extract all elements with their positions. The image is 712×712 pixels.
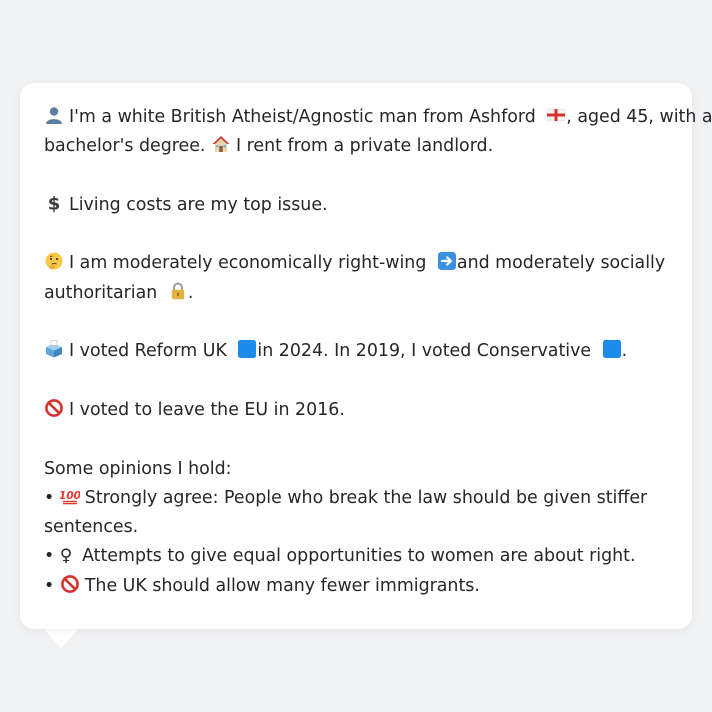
blue-square-icon xyxy=(237,339,257,359)
ideology-text-2-tail: . xyxy=(187,282,194,303)
blue-square-icon xyxy=(602,339,622,359)
intro-line-1: I'm a white British Atheist/Agnostic man… xyxy=(44,103,712,132)
ideology-line-1: I am moderately economically right-wing … xyxy=(44,249,668,278)
ballot-box-icon xyxy=(44,339,64,359)
profile-speech-bubble: I'm a white British Atheist/Agnostic man… xyxy=(20,83,712,629)
intro-text-2-start: bachelor's degree. xyxy=(44,136,206,157)
ideology-text-start: I am moderately economically right-wing xyxy=(69,253,427,274)
hundred-points-icon: 100 xyxy=(60,486,80,506)
bullet: • xyxy=(44,546,55,567)
top-issue-line: $ Living costs are my top issue. xyxy=(44,191,668,220)
right-arrow-icon xyxy=(437,251,457,271)
intro-text-1-tail: , aged 45, with a xyxy=(566,107,712,127)
opinion-2-text: Attempts to give equal opportunities to … xyxy=(82,546,636,567)
dollar-sign-icon: $ xyxy=(44,193,64,213)
svg-text:$: $ xyxy=(48,193,61,213)
opinion-item-3: • The UK should allow many fewer immigra… xyxy=(44,572,668,601)
ideology-text-end: and moderately socially xyxy=(456,253,666,274)
prohibited-icon xyxy=(60,574,80,594)
vote-tail: . xyxy=(621,341,628,362)
lock-icon xyxy=(168,281,188,301)
brexit-line: I voted to leave the EU in 2016. xyxy=(44,396,668,425)
thinking-face-icon xyxy=(44,251,64,271)
vote-2019-text: in 2024. In 2019, I voted Conservative xyxy=(257,341,592,362)
opinion-item-1-continued: sentences. xyxy=(44,517,139,538)
opinions-heading: Some opinions I hold: xyxy=(44,458,232,479)
svg-text:100: 100 xyxy=(60,490,80,502)
opinion-item-2: • ♀ Attempts to give equal opportunities… xyxy=(44,542,668,571)
opinion-3-text: The UK should allow many fewer immigrant… xyxy=(84,575,480,596)
bullet: • xyxy=(44,487,55,508)
intro-text-1: I'm a white British Atheist/Agnostic man… xyxy=(69,107,536,127)
vote-line: I voted Reform UK in 2024. In 2019, I vo… xyxy=(44,337,668,366)
vote-2024-text: I voted Reform UK xyxy=(69,341,227,362)
person-silhouette-icon xyxy=(44,105,64,125)
prohibited-icon xyxy=(44,398,64,418)
opinion-item-1: • 100 Strongly agree: People who break t… xyxy=(44,484,668,513)
england-flag-icon xyxy=(546,105,566,125)
female-sign-icon: ♀ xyxy=(59,546,73,567)
brexit-text: I voted to leave the EU in 2016. xyxy=(69,399,345,420)
bullet: • xyxy=(44,575,55,596)
top-issue-text: Living costs are my top issue. xyxy=(69,194,328,215)
house-icon xyxy=(211,134,231,154)
intro-text-2-end: I rent from a private landlord. xyxy=(235,136,494,157)
ideology-text-2: authoritarian xyxy=(44,282,158,303)
speech-bubble-tail xyxy=(42,627,80,648)
intro-line-2: bachelor's degree. I rent from a private… xyxy=(44,132,668,161)
ideology-line-2: authoritarian . xyxy=(44,279,668,308)
opinion-1-text: Strongly agree: People who break the law… xyxy=(84,487,648,508)
